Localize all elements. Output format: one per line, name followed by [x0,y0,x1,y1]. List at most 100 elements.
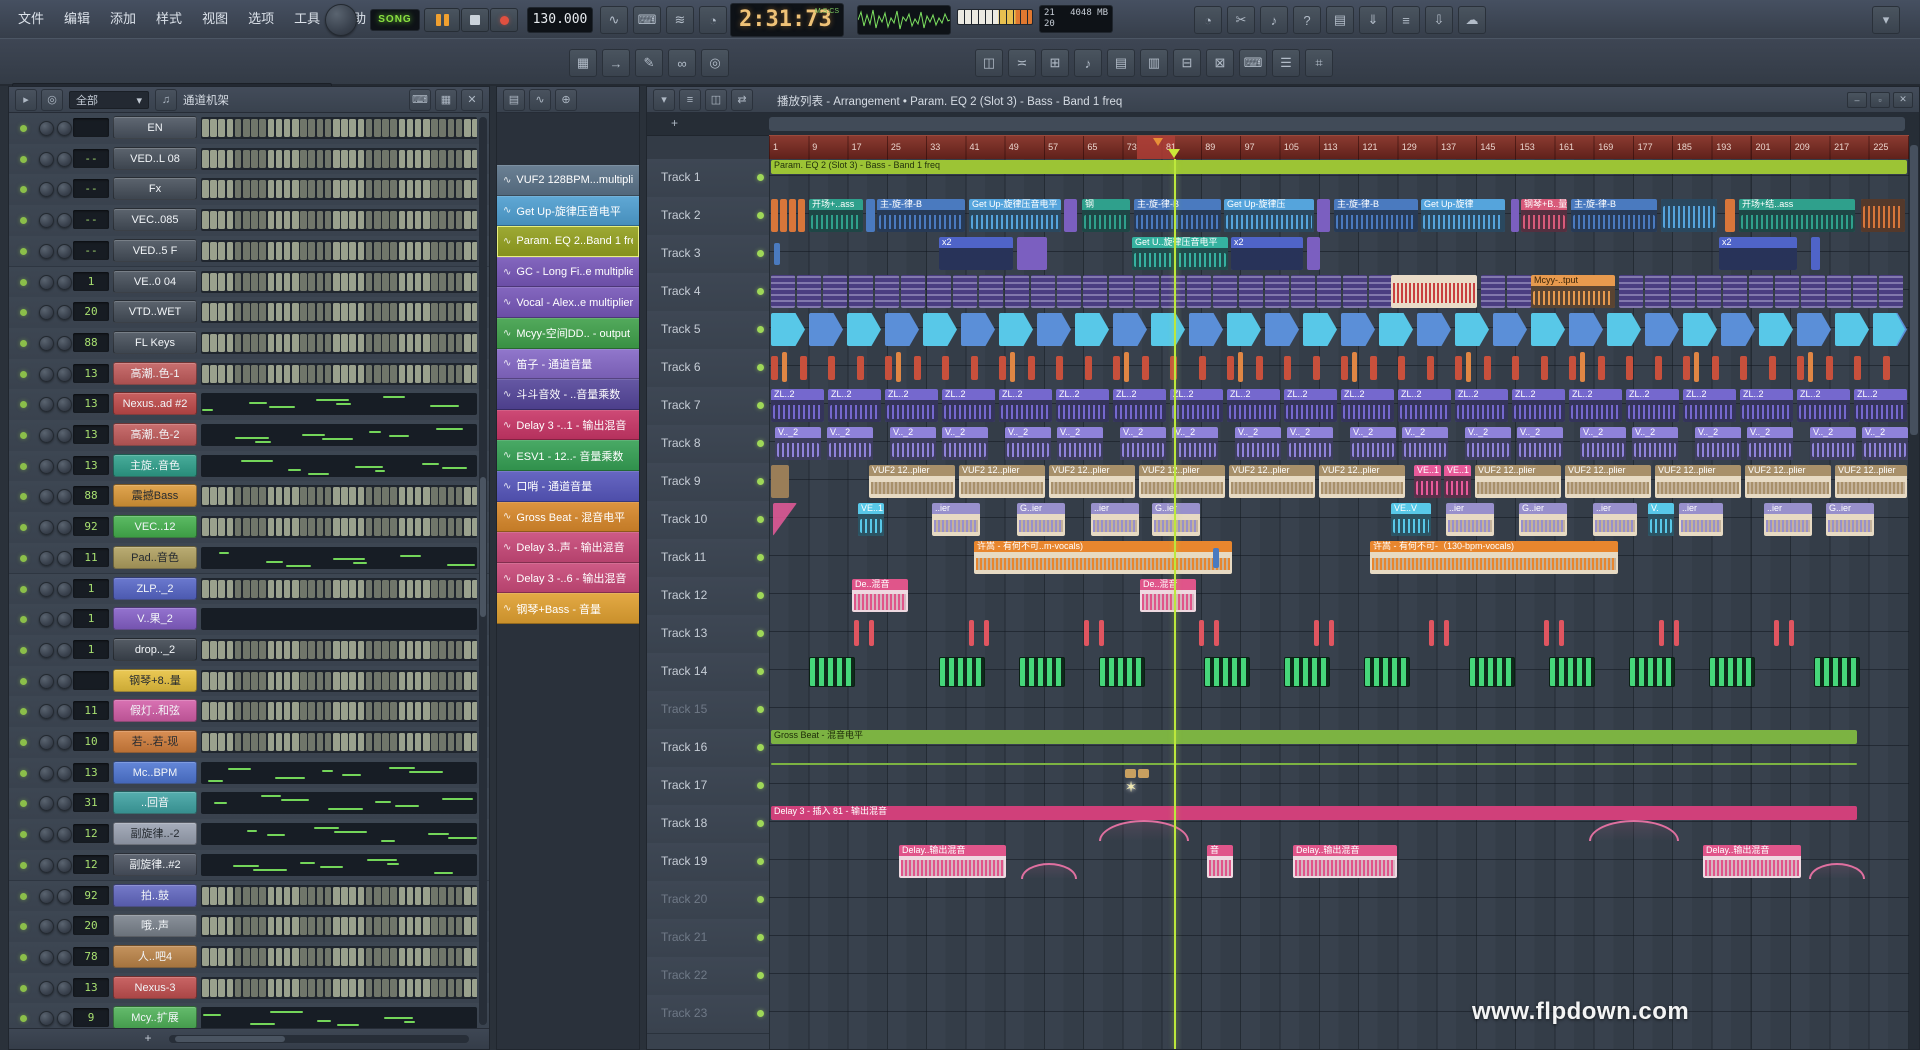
step-cell[interactable] [308,180,315,198]
clip[interactable]: Get Up-旋律压音电平 [969,199,1061,232]
bpm-display[interactable]: 130.000 [527,7,593,33]
clip[interactable]: V.._2 [1350,427,1396,460]
step-cell[interactable] [276,150,283,168]
step-cell[interactable] [390,273,397,291]
clip[interactable]: V.._2 [942,427,988,460]
step-cell[interactable] [464,979,471,997]
clip[interactable] [1317,199,1330,232]
step-cell[interactable] [472,211,477,229]
clip[interactable]: ZL..2 [1170,389,1223,422]
step-cell[interactable] [317,580,324,598]
step-cell[interactable] [399,518,406,536]
step-cell[interactable] [284,119,291,137]
pan-knob[interactable] [39,612,54,627]
step-cell[interactable] [431,733,438,751]
clip[interactable]: 开场+..ass [809,199,863,232]
cloud-icon[interactable]: ☁ [1458,6,1486,34]
channel-button[interactable]: Mc..BPM [113,761,197,784]
step-cell[interactable] [341,150,348,168]
step-cell[interactable] [317,518,324,536]
step-cell[interactable] [325,334,332,352]
step-cell[interactable] [366,580,373,598]
channel-button[interactable]: ..回音 [113,791,197,814]
step-cell[interactable] [202,119,209,137]
pattern-item[interactable]: ∿Param. EQ 2..Band 1 freq [497,226,639,257]
step-cell[interactable] [235,180,242,198]
pan-knob[interactable] [39,428,54,443]
track-led[interactable] [757,972,764,979]
step-cell[interactable] [390,580,397,598]
clip[interactable] [1789,620,1794,646]
step-cell[interactable] [374,211,381,229]
step-cell[interactable] [423,580,430,598]
slide-tool-icon[interactable]: ∞ [668,49,696,77]
step-cell[interactable] [235,242,242,260]
step-cell[interactable] [308,334,315,352]
clip[interactable]: VUF2 12..plier [869,465,955,498]
download-icon[interactable]: ⇩ [1425,6,1453,34]
clip[interactable] [1135,275,1159,308]
step-cell[interactable] [448,273,455,291]
menu-item[interactable]: 选项 [238,0,284,37]
step-cell[interactable] [456,487,463,505]
step-cell[interactable] [333,580,340,598]
step-cell[interactable] [399,979,406,997]
step-cell[interactable] [333,180,340,198]
clip[interactable] [1341,356,1348,380]
step-cell[interactable] [243,702,250,720]
step-cell[interactable] [341,334,348,352]
clip[interactable] [1549,657,1595,687]
step-cell[interactable] [358,887,365,905]
step-cell[interactable] [423,979,430,997]
step-cell[interactable] [259,917,266,935]
step-cell[interactable] [251,180,258,198]
menu-item[interactable]: 视图 [192,0,238,37]
step-cell[interactable] [292,119,299,137]
channel-led[interactable] [20,186,27,193]
step-cell[interactable] [300,334,307,352]
clip[interactable] [1379,313,1413,346]
overflow-menu-icon[interactable]: ▾ [1872,6,1900,34]
magnet-icon[interactable]: ◎ [701,49,729,77]
step-cell[interactable] [218,119,225,137]
clip[interactable] [927,275,951,308]
pan-knob[interactable] [39,796,54,811]
step-cell[interactable] [374,702,381,720]
clip[interactable]: Mcyy-..tput [1531,275,1615,308]
step-cell[interactable] [292,518,299,536]
note-preview[interactable] [201,424,477,446]
maximize-button[interactable]: ▫ [1870,92,1890,108]
step-cell[interactable] [448,948,455,966]
step-cell[interactable] [202,672,209,690]
volume-knob[interactable] [57,919,72,934]
step-cell[interactable] [464,242,471,260]
step-cell[interactable] [439,334,446,352]
step-grid[interactable] [201,578,477,600]
step-cell[interactable] [374,518,381,536]
step-cell[interactable] [472,641,477,659]
clip[interactable]: Param. EQ 2 (Slot 3) - Bass - Band 1 fre… [771,160,1907,174]
clip[interactable] [953,275,977,308]
step-cell[interactable] [415,948,422,966]
clip[interactable] [1138,769,1149,778]
step-cell[interactable] [390,887,397,905]
step-cell[interactable] [439,119,446,137]
step-cell[interactable] [268,119,275,137]
clip[interactable] [1189,313,1223,346]
step-cell[interactable] [349,211,356,229]
step-cell[interactable] [366,702,373,720]
step-cell[interactable] [243,887,250,905]
channel-button[interactable]: V..果_2 [113,607,197,630]
step-cell[interactable] [415,979,422,997]
step-cell[interactable] [325,672,332,690]
step-cell[interactable] [317,365,324,383]
step-cell[interactable] [472,948,477,966]
clip[interactable]: Delay..输出混音 [899,845,1006,878]
step-cell[interactable] [407,365,414,383]
step-cell[interactable] [284,365,291,383]
step-cell[interactable] [235,672,242,690]
step-grid[interactable] [201,977,477,999]
clip[interactable] [1854,356,1861,380]
step-cell[interactable] [210,641,217,659]
step-cell[interactable] [268,180,275,198]
